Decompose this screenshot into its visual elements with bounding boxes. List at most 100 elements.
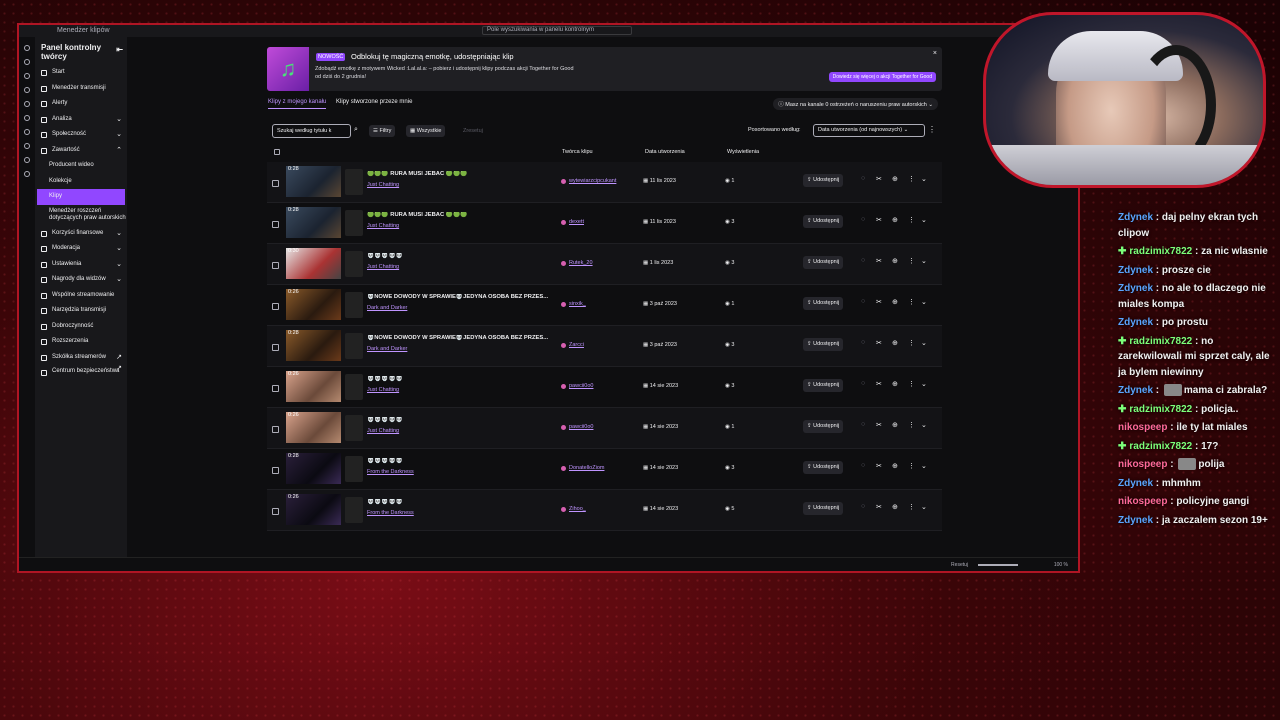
rail-icon[interactable]: [24, 115, 30, 121]
share-button[interactable]: ⇪ Udostępnij: [803, 215, 844, 228]
rail-icon[interactable]: [24, 171, 30, 177]
sidebar-item[interactable]: Korzyści finansowe ⌄: [35, 226, 127, 242]
clip-search-input[interactable]: Szukaj według tytułu k: [272, 124, 351, 138]
row-checkbox[interactable]: [272, 180, 279, 187]
rail-icon[interactable]: [24, 59, 30, 65]
sidebar-item[interactable]: Wspólne streamowanie: [35, 288, 127, 304]
add-icon[interactable]: ⊕: [892, 216, 898, 224]
dashboard-search-input[interactable]: Pole wyszukiwania w panelu kontrolnym: [482, 26, 632, 35]
chat-username[interactable]: Zdynek: [1118, 212, 1153, 223]
chat-username[interactable]: Zdynek: [1118, 317, 1153, 328]
circle-icon[interactable]: ○: [861, 257, 865, 264]
share-button[interactable]: ⇪ Udostępnij: [803, 420, 844, 433]
chevron-down-icon[interactable]: ⌄: [921, 257, 927, 265]
share-button[interactable]: ⇪ Udostępnij: [803, 461, 844, 474]
clip-category-link[interactable]: Just Chatting: [367, 428, 399, 434]
clip-vertical-thumbnail[interactable]: [345, 497, 363, 523]
chevron-down-icon[interactable]: ⌄: [921, 298, 927, 306]
rail-icon[interactable]: [24, 101, 30, 107]
rail-icon[interactable]: [24, 129, 30, 135]
row-checkbox[interactable]: [272, 303, 279, 310]
chat-username[interactable]: Zdynek: [1118, 385, 1153, 396]
clip-category-link[interactable]: Dark and Darker: [367, 346, 407, 352]
share-button[interactable]: ⇪ Udostępnij: [803, 379, 844, 392]
sidebar-item[interactable]: Dobroczynność: [35, 319, 127, 335]
sidebar-item[interactable]: Rozszerzenia: [35, 334, 127, 350]
close-icon[interactable]: ×: [933, 50, 937, 57]
circle-icon[interactable]: ○: [861, 216, 865, 223]
clip-creator-link[interactable]: Zarcci: [561, 342, 584, 348]
chat-username[interactable]: Zdynek: [1118, 265, 1153, 276]
circle-icon[interactable]: ○: [861, 380, 865, 387]
clip-vertical-thumbnail[interactable]: [345, 415, 363, 441]
row-checkbox[interactable]: [272, 344, 279, 351]
chat-username[interactable]: nikospeep: [1118, 496, 1167, 507]
add-icon[interactable]: ⊕: [892, 298, 898, 306]
sidebar-subitem[interactable]: Kolekcje: [35, 174, 127, 190]
add-icon[interactable]: ⊕: [892, 380, 898, 388]
collapse-sidebar-icon[interactable]: ⇤: [116, 45, 123, 54]
rail-icon[interactable]: [24, 73, 30, 79]
more-icon[interactable]: ⋮: [908, 257, 915, 265]
circle-icon[interactable]: ○: [861, 175, 865, 182]
rail-icon[interactable]: [24, 87, 30, 93]
tab-my-channel-clips[interactable]: Klipy z mojego kanału: [268, 99, 327, 109]
row-checkbox[interactable]: [272, 426, 279, 433]
sidebar-item[interactable]: Moderacja ⌄: [35, 241, 127, 257]
sidebar-item[interactable]: Ustawienia ⌄: [35, 257, 127, 273]
add-icon[interactable]: ⊕: [892, 462, 898, 470]
table-row[interactable]: 0:28 💀NOWE DOWODY W SPRAWIE💀JEDYNA OSOBA …: [267, 326, 942, 367]
add-icon[interactable]: ⊕: [892, 421, 898, 429]
more-icon[interactable]: ⋮: [908, 175, 915, 183]
clip-creator-link[interactable]: Rutek_20: [561, 260, 593, 266]
sidebar-item[interactable]: Narzędzia transmisji: [35, 303, 127, 319]
scissors-icon[interactable]: ✂: [876, 462, 882, 470]
scissors-icon[interactable]: ✂: [876, 380, 882, 388]
more-icon[interactable]: ⋮: [908, 298, 915, 306]
sidebar-item[interactable]: Menedżer transmisji: [35, 81, 127, 97]
zoom-slider[interactable]: [978, 564, 1018, 566]
sidebar-item[interactable]: Szkółka streamerów ↗: [35, 350, 127, 366]
chevron-down-icon[interactable]: ⌄: [921, 421, 927, 429]
reset-zoom-button[interactable]: Resetuj: [951, 562, 968, 568]
more-options-icon[interactable]: ⋮: [928, 125, 936, 134]
clip-category-link[interactable]: Just Chatting: [367, 387, 399, 393]
select-all-checkbox[interactable]: [274, 149, 280, 155]
more-icon[interactable]: ⋮: [908, 462, 915, 470]
more-icon[interactable]: ⋮: [908, 380, 915, 388]
circle-icon[interactable]: ○: [861, 503, 865, 510]
sidebar-item[interactable]: Alerty: [35, 96, 127, 112]
table-row[interactable]: 0:28 💀💀💀💀💀 From the Darkness DonatelloZiom ▦…: [267, 449, 942, 490]
clip-creator-link[interactable]: sinxik_: [561, 301, 586, 307]
search-icon[interactable]: ⌕: [354, 126, 358, 134]
share-button[interactable]: ⇪ Udostępnij: [803, 338, 844, 351]
chat-username[interactable]: Zdynek: [1118, 478, 1153, 489]
share-button[interactable]: ⇪ Udostępnij: [803, 502, 844, 515]
chevron-down-icon[interactable]: ⌄: [921, 462, 927, 470]
scissors-icon[interactable]: ✂: [876, 503, 882, 511]
chat-username[interactable]: radzimix7822: [1129, 246, 1192, 257]
table-row[interactable]: 0:26 💀💀💀💀💀 From the Darkness Zihoo_ ▦ 14 sie…: [267, 490, 942, 531]
scissors-icon[interactable]: ✂: [876, 175, 882, 183]
clip-category-link[interactable]: From the Darkness: [367, 469, 414, 475]
all-dates-button[interactable]: ▦ Wszystkie: [406, 125, 446, 137]
chevron-down-icon[interactable]: ⌄: [921, 339, 927, 347]
scissors-icon[interactable]: ✂: [876, 339, 882, 347]
table-row[interactable]: 0:26 💀💀💀💀💀 Just Chatting pawcii0o0 ▦ 14 sie …: [267, 367, 942, 408]
clip-category-link[interactable]: Dark and Darker: [367, 305, 407, 311]
more-icon[interactable]: ⋮: [908, 339, 915, 347]
clip-category-link[interactable]: From the Darkness: [367, 510, 414, 516]
scissors-icon[interactable]: ✂: [876, 421, 882, 429]
chevron-down-icon[interactable]: ⌄: [921, 216, 927, 224]
chat-username[interactable]: nikospeep: [1118, 422, 1167, 433]
add-icon[interactable]: ⊕: [892, 175, 898, 183]
clip-creator-link[interactable]: Zihoo_: [561, 506, 586, 512]
sort-select[interactable]: Data utworzenia (od najnowszych) ⌄: [813, 124, 925, 137]
rail-icon[interactable]: [24, 143, 30, 149]
clip-creator-link[interactable]: wytewiarzcipcukant: [561, 178, 616, 184]
row-checkbox[interactable]: [272, 385, 279, 392]
table-row[interactable]: 0:26 💀NOWE DOWODY W SPRAWIE💀JEDYNA OSOBA …: [267, 285, 942, 326]
circle-icon[interactable]: ○: [861, 421, 865, 428]
filters-button[interactable]: ☰ Filtry: [369, 125, 396, 137]
chat-username[interactable]: radzimix7822: [1129, 404, 1192, 415]
